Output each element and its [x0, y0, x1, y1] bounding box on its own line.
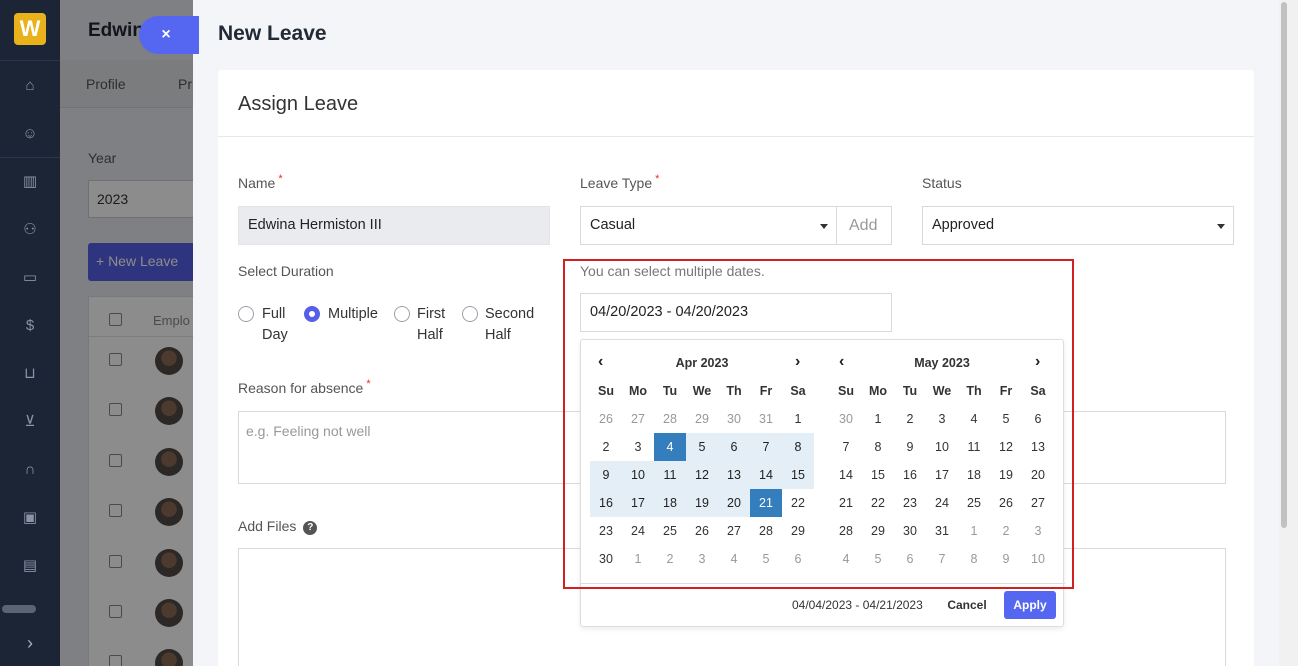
radio-first-half[interactable] [394, 306, 410, 322]
briefcase-icon[interactable]: ▭ [18, 266, 42, 290]
status-select[interactable]: Approved [922, 206, 1234, 245]
leave-type-value: Casual [590, 217, 636, 233]
chevron-down-icon [1217, 224, 1225, 229]
sidebar-scrollbar[interactable] [2, 605, 36, 613]
dollar-icon[interactable]: $ [18, 314, 42, 338]
cancel-button[interactable]: Cancel [941, 591, 993, 619]
radio-full-day-label[interactable]: Full Day [262, 304, 288, 346]
main-sidebar: W ⌂ ☺ ▥ ⚇ ▭ $ ⊔ ⊻ ∩ ▣ ▤ › [0, 0, 60, 666]
reason-label: Reason for absence * [238, 378, 371, 396]
app-logo[interactable]: W [14, 13, 46, 45]
page-scrollbar-thumb[interactable] [1281, 2, 1287, 528]
calendar-icon[interactable]: ▣ [18, 506, 42, 530]
radio-multiple-label[interactable]: Multiple [328, 304, 378, 325]
basket-icon[interactable]: ⊔ [18, 362, 42, 386]
help-icon[interactable]: ? [303, 521, 318, 535]
status-value: Approved [932, 217, 995, 233]
modal-backdrop[interactable] [60, 0, 193, 666]
radio-second-half[interactable] [462, 306, 478, 322]
chevron-down-icon [820, 224, 828, 229]
cart-icon[interactable]: ⊻ [18, 410, 42, 434]
add-files-label: Add Files ? [238, 518, 318, 535]
add-leave-type-button[interactable]: Add [836, 206, 892, 245]
close-panel-button[interactable]: × [139, 16, 199, 54]
sidebar-expand-icon[interactable]: › [0, 620, 60, 666]
required-mark: * [278, 173, 283, 185]
selected-range-text: 04/04/2023 - 04/21/2023 [792, 598, 923, 612]
radio-second-half-label[interactable]: Second Half [485, 304, 534, 346]
card-title: Assign Leave [238, 93, 359, 115]
name-label: Name * [238, 173, 283, 191]
users-icon[interactable]: ⚇ [18, 218, 42, 242]
radio-multiple[interactable] [304, 306, 320, 322]
status-label: Status [922, 175, 962, 191]
name-field[interactable]: Edwina Hermiston III [238, 206, 550, 245]
radio-first-half-label[interactable]: First Half [417, 304, 445, 346]
card-divider [218, 136, 1254, 137]
building-icon[interactable]: ▥ [18, 170, 42, 194]
leave-type-select[interactable]: Casual [580, 206, 837, 245]
message-icon[interactable]: ▤ [18, 554, 42, 578]
required-mark: * [655, 173, 660, 185]
leave-type-label: Leave Type * [580, 173, 660, 191]
apply-button[interactable]: Apply [1004, 591, 1056, 619]
radio-full-day[interactable] [238, 306, 254, 322]
home-icon[interactable]: ⌂ [18, 74, 42, 98]
user-icon[interactable]: ☺ [18, 122, 42, 146]
sidebar-divider [0, 60, 60, 61]
sidebar-divider [0, 157, 60, 158]
required-mark: * [366, 378, 371, 390]
panel-title: New Leave [218, 22, 327, 45]
headset-icon[interactable]: ∩ [18, 458, 42, 482]
duration-label: Select Duration [238, 263, 334, 279]
highlight-box [563, 259, 1074, 589]
